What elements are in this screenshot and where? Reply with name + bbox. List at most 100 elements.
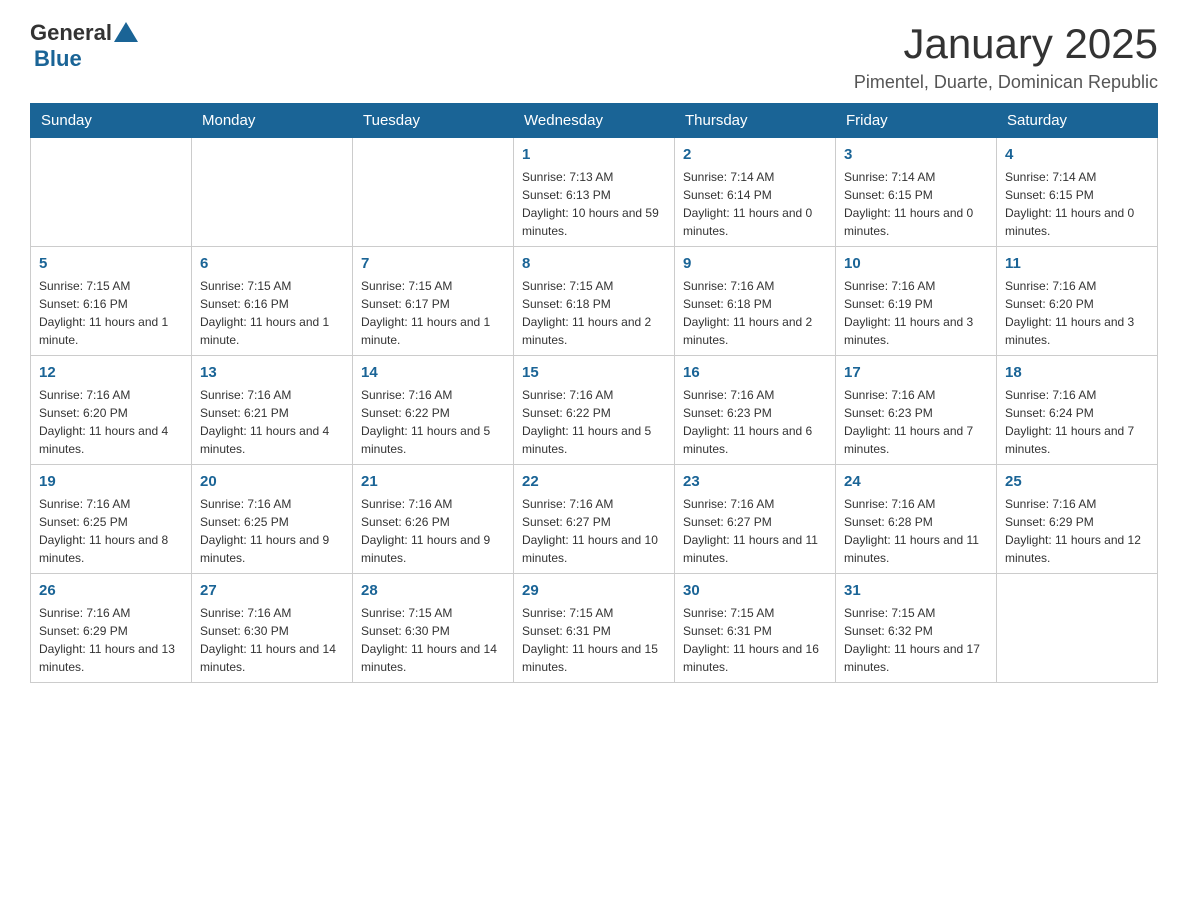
day-info: Sunrise: 7:16 AMSunset: 6:23 PMDaylight:…: [844, 386, 988, 458]
day-number: 12: [39, 362, 183, 383]
calendar-cell: 16 Sunrise: 7:16 AMSunset: 6:23 PMDayligh…: [675, 356, 836, 465]
day-info: Sunrise: 7:15 AMSunset: 6:31 PMDaylight:…: [683, 604, 827, 676]
day-number: 26: [39, 580, 183, 601]
page-header: General Blue January 2025 Pimentel, Duar…: [30, 20, 1158, 93]
calendar-cell: 29 Sunrise: 7:15 AMSunset: 6:31 PMDayligh…: [514, 574, 675, 683]
day-number: 16: [683, 362, 827, 383]
calendar-cell: 11 Sunrise: 7:16 AMSunset: 6:20 PMDayligh…: [997, 247, 1158, 356]
day-number: 2: [683, 144, 827, 165]
calendar-cell: 6Sunrise: 7:15 AMSunset: 6:16 PMDaylight…: [192, 247, 353, 356]
calendar-cell: [192, 138, 353, 247]
calendar-week-2: 5 Sunrise: 7:15 AMSunset: 6:16 PMDaylight…: [31, 247, 1158, 356]
calendar-cell: 25 Sunrise: 7:16 AMSunset: 6:29 PMDayligh…: [997, 465, 1158, 574]
calendar-cell: 9 Sunrise: 7:16 AMSunset: 6:18 PMDaylight…: [675, 247, 836, 356]
calendar-header-tuesday: Tuesday: [353, 104, 514, 138]
day-number: 14: [361, 362, 505, 383]
logo-triangle-icon: [114, 22, 138, 42]
day-info: Sunrise: 7:15 AMSunset: 6:31 PMDaylight:…: [522, 604, 666, 676]
day-info: Sunrise: 7:16 AMSunset: 6:28 PMDaylight:…: [844, 495, 988, 567]
calendar-cell: 4 Sunrise: 7:14 AMSunset: 6:15 PMDaylight…: [997, 138, 1158, 247]
calendar-cell: 22 Sunrise: 7:16 AMSunset: 6:27 PMDayligh…: [514, 465, 675, 574]
day-info: Sunrise: 7:15 AMSunset: 6:17 PMDaylight:…: [361, 277, 505, 349]
day-number: 21: [361, 471, 505, 492]
calendar-cell: 1 Sunrise: 7:13 AMSunset: 6:13 PMDaylight…: [514, 138, 675, 247]
calendar-cell: 30 Sunrise: 7:15 AMSunset: 6:31 PMDayligh…: [675, 574, 836, 683]
logo: General Blue: [30, 20, 138, 72]
calendar-week-4: 19 Sunrise: 7:16 AMSunset: 6:25 PMDayligh…: [31, 465, 1158, 574]
day-info: Sunrise: 7:16 AMSunset: 6:29 PMDaylight:…: [1005, 495, 1149, 567]
day-info: Sunrise: 7:16 AMSunset: 6:19 PMDaylight:…: [844, 277, 988, 349]
day-number: 25: [1005, 471, 1149, 492]
day-number: 1: [522, 144, 666, 165]
day-info: Sunrise: 7:15 AMSunset: 6:16 PMDaylight:…: [39, 277, 183, 349]
day-number: 9: [683, 253, 827, 274]
day-number: 20: [200, 471, 344, 492]
day-number: 4: [1005, 144, 1149, 165]
day-info: Sunrise: 7:16 AMSunset: 6:27 PMDaylight:…: [522, 495, 666, 567]
calendar-header-thursday: Thursday: [675, 104, 836, 138]
day-number: 23: [683, 471, 827, 492]
day-info: Sunrise: 7:15 AMSunset: 6:32 PMDaylight:…: [844, 604, 988, 676]
calendar-cell: 18 Sunrise: 7:16 AMSunset: 6:24 PMDayligh…: [997, 356, 1158, 465]
day-number: 27: [200, 580, 344, 601]
logo-general-text: General: [30, 20, 112, 46]
day-info: Sunrise: 7:16 AMSunset: 6:25 PMDaylight:…: [39, 495, 183, 567]
calendar-cell: [997, 574, 1158, 683]
day-number: 10: [844, 253, 988, 274]
day-info: Sunrise: 7:16 AMSunset: 6:30 PMDaylight:…: [200, 604, 344, 676]
day-number: 29: [522, 580, 666, 601]
calendar-week-3: 12 Sunrise: 7:16 AMSunset: 6:20 PMDayligh…: [31, 356, 1158, 465]
calendar-cell: 12 Sunrise: 7:16 AMSunset: 6:20 PMDayligh…: [31, 356, 192, 465]
calendar-cell: 2 Sunrise: 7:14 AMSunset: 6:14 PMDaylight…: [675, 138, 836, 247]
calendar-cell: 28 Sunrise: 7:15 AMSunset: 6:30 PMDayligh…: [353, 574, 514, 683]
day-info: Sunrise: 7:14 AMSunset: 6:15 PMDaylight:…: [1005, 168, 1149, 240]
title-area: January 2025 Pimentel, Duarte, Dominican…: [854, 20, 1158, 93]
day-info: Sunrise: 7:15 AMSunset: 6:30 PMDaylight:…: [361, 604, 505, 676]
calendar-header-row: SundayMondayTuesdayWednesdayThursdayFrid…: [31, 104, 1158, 138]
day-number: 22: [522, 471, 666, 492]
day-info: Sunrise: 7:16 AMSunset: 6:27 PMDaylight:…: [683, 495, 827, 567]
calendar-header-monday: Monday: [192, 104, 353, 138]
day-info: Sunrise: 7:16 AMSunset: 6:20 PMDaylight:…: [39, 386, 183, 458]
calendar-cell: 8Sunrise: 7:15 AMSunset: 6:18 PMDaylight…: [514, 247, 675, 356]
calendar-cell: 7Sunrise: 7:15 AMSunset: 6:17 PMDaylight…: [353, 247, 514, 356]
calendar-cell: 13 Sunrise: 7:16 AMSunset: 6:21 PMDayligh…: [192, 356, 353, 465]
calendar-cell: 27 Sunrise: 7:16 AMSunset: 6:30 PMDayligh…: [192, 574, 353, 683]
day-number: 17: [844, 362, 988, 383]
day-number: 15: [522, 362, 666, 383]
calendar-cell: 23 Sunrise: 7:16 AMSunset: 6:27 PMDayligh…: [675, 465, 836, 574]
day-number: 18: [1005, 362, 1149, 383]
day-info: Sunrise: 7:16 AMSunset: 6:22 PMDaylight:…: [361, 386, 505, 458]
day-info: Sunrise: 7:16 AMSunset: 6:22 PMDaylight:…: [522, 386, 666, 458]
day-number: 8: [522, 253, 666, 274]
day-info: Sunrise: 7:16 AMSunset: 6:20 PMDaylight:…: [1005, 277, 1149, 349]
calendar-cell: 19 Sunrise: 7:16 AMSunset: 6:25 PMDayligh…: [31, 465, 192, 574]
calendar-cell: 26 Sunrise: 7:16 AMSunset: 6:29 PMDayligh…: [31, 574, 192, 683]
day-info: Sunrise: 7:16 AMSunset: 6:29 PMDaylight:…: [39, 604, 183, 676]
day-number: 19: [39, 471, 183, 492]
day-info: Sunrise: 7:14 AMSunset: 6:14 PMDaylight:…: [683, 168, 827, 240]
day-number: 28: [361, 580, 505, 601]
day-info: Sunrise: 7:16 AMSunset: 6:18 PMDaylight:…: [683, 277, 827, 349]
day-info: Sunrise: 7:13 AMSunset: 6:13 PMDaylight:…: [522, 168, 666, 240]
calendar-week-5: 26 Sunrise: 7:16 AMSunset: 6:29 PMDayligh…: [31, 574, 1158, 683]
calendar-cell: 3Sunrise: 7:14 AMSunset: 6:15 PMDaylight…: [836, 138, 997, 247]
day-number: 30: [683, 580, 827, 601]
calendar-cell: 21Sunrise: 7:16 AMSunset: 6:26 PMDayligh…: [353, 465, 514, 574]
day-number: 5: [39, 253, 183, 274]
calendar-cell: 15 Sunrise: 7:16 AMSunset: 6:22 PMDayligh…: [514, 356, 675, 465]
calendar-header-saturday: Saturday: [997, 104, 1158, 138]
logo-blue-text: Blue: [34, 46, 82, 72]
day-info: Sunrise: 7:16 AMSunset: 6:21 PMDaylight:…: [200, 386, 344, 458]
day-info: Sunrise: 7:16 AMSunset: 6:24 PMDaylight:…: [1005, 386, 1149, 458]
calendar-cell: 20 Sunrise: 7:16 AMSunset: 6:25 PMDayligh…: [192, 465, 353, 574]
day-info: Sunrise: 7:16 AMSunset: 6:23 PMDaylight:…: [683, 386, 827, 458]
calendar-table: SundayMondayTuesdayWednesdayThursdayFrid…: [30, 103, 1158, 683]
calendar-cell: [31, 138, 192, 247]
day-number: 11: [1005, 253, 1149, 274]
calendar-cell: 14 Sunrise: 7:16 AMSunset: 6:22 PMDayligh…: [353, 356, 514, 465]
day-number: 31: [844, 580, 988, 601]
day-number: 13: [200, 362, 344, 383]
day-info: Sunrise: 7:16 AMSunset: 6:25 PMDaylight:…: [200, 495, 344, 567]
calendar-cell: 5 Sunrise: 7:15 AMSunset: 6:16 PMDaylight…: [31, 247, 192, 356]
